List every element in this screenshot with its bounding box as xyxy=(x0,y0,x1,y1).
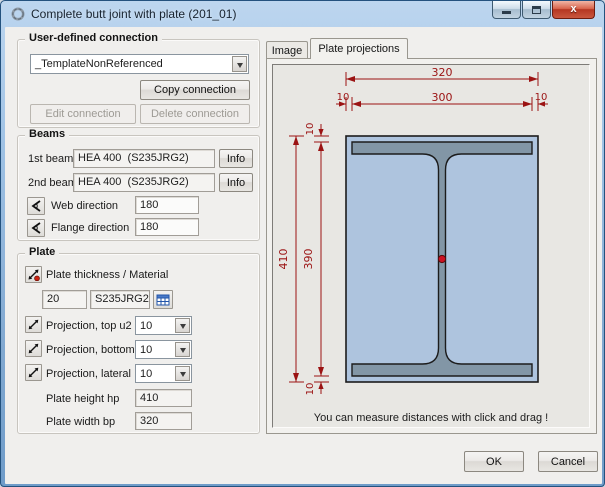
thickness-arrows-icon xyxy=(27,268,40,281)
chevron-down-icon[interactable] xyxy=(232,56,247,72)
angle-icon xyxy=(30,222,42,234)
tab-label: Plate projections xyxy=(318,43,399,55)
button-label: Info xyxy=(227,153,245,165)
close-button[interactable]: x xyxy=(552,1,595,19)
group-title: Plate xyxy=(25,246,59,258)
button-label: OK xyxy=(486,456,502,468)
diagonal-arrows-icon xyxy=(27,318,40,331)
measure-hint-text: You can measure distances with click and… xyxy=(273,412,589,424)
web-direction-label: Web direction xyxy=(51,200,118,212)
app-icon xyxy=(10,6,26,22)
button-label: Delete connection xyxy=(151,108,239,120)
plate-projections-panel: 320 10 300 10 410 390 10 10 You can meas… xyxy=(266,58,597,434)
dim-left-margin: 10 xyxy=(337,92,350,103)
center-marker xyxy=(438,255,445,262)
plate-width-field: 320 xyxy=(135,412,192,430)
diagonal-arrows-icon xyxy=(27,342,40,355)
first-beam-field: HEA 400 (S235JRG2) xyxy=(73,149,215,168)
ok-button[interactable]: OK xyxy=(464,451,524,472)
combobox-value: _TemplateNonReferenced xyxy=(35,58,163,70)
button-label: Edit connection xyxy=(45,108,120,120)
plate-material-field[interactable]: S235JRG2 xyxy=(90,290,150,309)
second-beam-info-button[interactable]: Info xyxy=(219,173,253,192)
select-value: 10 xyxy=(140,344,152,356)
dialog-window: Complete butt joint with plate (201_01) … xyxy=(0,0,605,487)
edit-connection-button[interactable]: Edit connection xyxy=(30,104,136,124)
material-picker-button[interactable] xyxy=(153,290,173,309)
plate-height-label: Plate height hp xyxy=(46,393,119,405)
first-beam-info-button[interactable]: Info xyxy=(219,149,253,168)
group-user-defined-connection: User-defined connection _TemplateNonRefe… xyxy=(17,39,260,128)
plate-thickness-button[interactable] xyxy=(25,266,42,283)
second-beam-field: HEA 400 (S235JRG2) xyxy=(73,173,215,192)
chevron-down-icon[interactable] xyxy=(175,342,190,357)
plate-thickness-label: Plate thickness / Material xyxy=(46,269,168,281)
chevron-down-icon[interactable] xyxy=(175,318,190,333)
dim-plate-width: 320 xyxy=(432,66,453,79)
chevron-down-icon[interactable] xyxy=(175,366,190,381)
diagonal-arrows-icon xyxy=(27,366,40,379)
plate-width-label: Plate width bp xyxy=(46,416,115,428)
dim-right-margin: 10 xyxy=(535,92,548,103)
dim-flange-width: 300 xyxy=(432,91,453,104)
web-direction-field[interactable]: 180 xyxy=(135,196,199,214)
plate-thickness-field[interactable]: 20 xyxy=(42,290,87,309)
projection-bottom-button[interactable] xyxy=(25,340,42,357)
plate-height-field: 410 xyxy=(135,389,192,407)
projection-lateral-label: Projection, lateral xyxy=(46,368,131,380)
dim-top-margin: 10 xyxy=(305,123,316,136)
plate-projection-drawing: 320 10 300 10 410 390 10 10 xyxy=(273,65,589,409)
dialog-client-area: User-defined connection _TemplateNonRefe… xyxy=(5,27,602,484)
copy-connection-button[interactable]: Copy connection xyxy=(140,80,250,100)
web-direction-button[interactable] xyxy=(27,197,45,215)
flange-direction-field[interactable]: 180 xyxy=(135,218,199,236)
group-title: Beams xyxy=(25,128,69,140)
minimize-button[interactable] xyxy=(492,1,521,19)
connection-template-combobox[interactable]: _TemplateNonReferenced xyxy=(30,54,249,74)
group-beams: Beams 1st beam HEA 400 (S235JRG2) Info 2… xyxy=(17,135,260,241)
projection-top-select[interactable]: 10 xyxy=(135,316,192,335)
dim-plate-height: 410 xyxy=(277,249,290,270)
select-value: 10 xyxy=(140,368,152,380)
dim-bottom-margin: 10 xyxy=(305,383,316,396)
material-table-icon xyxy=(156,294,170,306)
dim-beam-height: 390 xyxy=(302,249,315,270)
tab-image[interactable]: Image xyxy=(266,41,308,59)
angle-icon xyxy=(30,200,42,212)
maximize-button[interactable] xyxy=(522,1,551,19)
flange-direction-label: Flange direction xyxy=(51,222,129,234)
tab-label: Image xyxy=(272,45,303,57)
group-title: User-defined connection xyxy=(25,32,162,44)
title-bar[interactable]: Complete butt joint with plate (201_01) … xyxy=(1,1,604,27)
projection-bottom-select[interactable]: 10 xyxy=(135,340,192,359)
button-label: Copy connection xyxy=(154,84,236,96)
first-beam-label: 1st beam xyxy=(28,153,73,165)
group-plate: Plate Plate thickness / Material 20 S235… xyxy=(17,253,260,434)
drawing-canvas[interactable]: 320 10 300 10 410 390 10 10 You can meas… xyxy=(272,64,590,428)
button-label: Info xyxy=(227,177,245,189)
tab-plate-projections[interactable]: Plate projections xyxy=(310,38,408,59)
flange-direction-button[interactable] xyxy=(27,219,45,237)
delete-connection-button[interactable]: Delete connection xyxy=(140,104,250,124)
projection-lateral-button[interactable] xyxy=(25,364,42,381)
window-title: Complete butt joint with plate (201_01) xyxy=(31,7,236,21)
button-label: Cancel xyxy=(551,456,585,468)
select-value: 10 xyxy=(140,320,152,332)
projection-top-label: Projection, top u2 xyxy=(46,320,132,332)
cancel-button[interactable]: Cancel xyxy=(538,451,598,472)
projection-top-button[interactable] xyxy=(25,316,42,333)
projection-lateral-select[interactable]: 10 xyxy=(135,364,192,383)
second-beam-label: 2nd beam xyxy=(28,177,77,189)
